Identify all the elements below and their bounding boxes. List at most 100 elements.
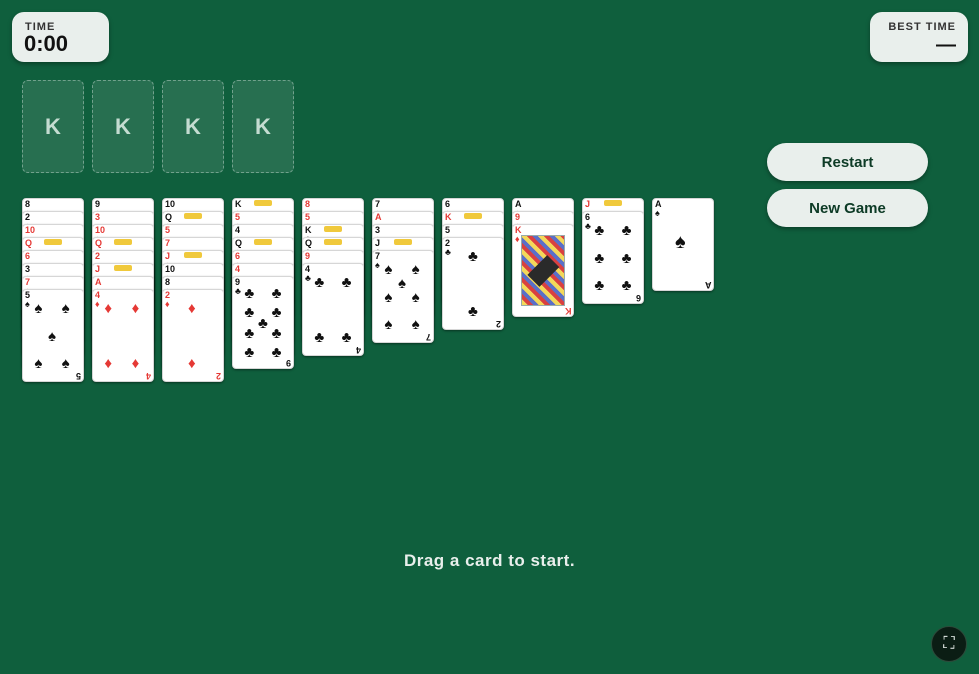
playing-card[interactable]: 4 ♣ 4 ♣ ♣ ♣ ♣	[302, 263, 364, 356]
foundation-pile-2[interactable]: K	[92, 80, 154, 173]
card-suit-pip-icon: ♣	[244, 284, 255, 302]
card-suit-pip-icon: ♣	[258, 314, 268, 332]
card-suit-pip-icon: ♣	[594, 277, 605, 295]
card-suit-pip-icon: ♣	[244, 324, 255, 342]
playing-card[interactable]: 5 ♠ 5 ♠ ♠ ♠ ♠ ♠	[22, 289, 84, 382]
card-crown-icon	[114, 239, 132, 245]
card-crown-icon	[604, 200, 622, 206]
foundation-placeholder: K	[185, 113, 201, 139]
card-crown-icon	[184, 213, 202, 219]
card-suit-pip-icon: ♠	[398, 274, 406, 292]
playing-card[interactable]: 4 ♦ 4 ♦ ♦ ♦ ♦	[92, 289, 154, 382]
card-suit-pip-icon: ♠	[411, 260, 420, 278]
card-suit-pip-icon: ♣	[314, 329, 325, 347]
card-suit-pip-icon: ♣	[271, 324, 282, 342]
card-suit-pip-icon: ♠	[675, 231, 686, 253]
playing-card[interactable]: 7 ♠ 7 ♠ ♠ ♠ ♠ ♠ ♠ ♠	[372, 250, 434, 343]
card-suit-pip-icon: ♣	[468, 247, 478, 265]
restart-button[interactable]: Restart	[767, 143, 928, 181]
card-suit-pip-icon: ♣	[594, 249, 605, 267]
timer-value: 0:00	[24, 31, 69, 56]
card-crown-icon	[254, 200, 272, 206]
card-suit-pip-icon: ♠	[384, 316, 393, 334]
card-suit-pip-icon: ♣	[244, 344, 255, 362]
card-rank-top: A♠	[655, 200, 662, 218]
best-time-value: —	[936, 34, 956, 56]
playing-card[interactable]: 2 ♦ 2 ♦ ♦	[162, 289, 224, 382]
card-suit-pip-icon: ♦	[131, 355, 140, 373]
playing-card[interactable]: K ♦ K	[512, 224, 574, 317]
card-rank-bottom: 4	[145, 371, 151, 381]
card-suit-pip-icon: ♣	[621, 249, 632, 267]
card-rank-bottom: 6	[635, 293, 641, 303]
card-suit-pip-icon: ♠	[34, 299, 43, 317]
card-suit-pip-icon: ♦	[188, 299, 196, 317]
card-rank-top: 4 ♣	[305, 265, 311, 283]
fullscreen-icon: ⛶	[943, 635, 955, 652]
card-crown-icon	[324, 226, 342, 232]
card-suit-icon: ♣	[305, 273, 311, 283]
card-crown-icon	[44, 239, 62, 245]
card-suit-icon: ♠	[25, 299, 30, 309]
foundation-placeholder: K	[45, 113, 61, 139]
card-crown-icon	[114, 265, 132, 271]
card-suit-pip-icon: ♠	[61, 355, 70, 373]
card-suit-icon: ♣	[585, 221, 591, 231]
card-rank-bottom: 5	[75, 371, 81, 381]
card-suit-icon: ♠	[655, 208, 660, 218]
card-suit-pip-icon: ♦	[104, 299, 113, 317]
card-suit-pip-icon: ♠	[411, 316, 420, 334]
card-suit-pip-icon: ♦	[188, 355, 196, 373]
card-rank-bottom: A	[704, 280, 712, 290]
timer-panel: TIME 0:00	[12, 12, 109, 62]
card-rank-top: 4 ♦	[95, 291, 100, 309]
card-suit-pip-icon: ♣	[314, 273, 325, 291]
new-game-button[interactable]: New Game	[767, 189, 928, 227]
card-suit-pip-icon: ♦	[104, 355, 113, 373]
card-rank-bottom: K	[564, 306, 572, 316]
card-rank-top: 9 ♣	[235, 278, 241, 296]
fullscreen-button[interactable]: ⛶	[931, 626, 967, 662]
card-crown-icon	[254, 239, 272, 245]
card-suit-pip-icon: ♣	[341, 273, 352, 291]
card-crown-icon	[184, 252, 202, 258]
card-suit-pip-icon: ♠	[48, 327, 56, 345]
card-rank-bottom: 4	[355, 345, 361, 355]
card-suit-pip-icon: ♣	[621, 221, 632, 239]
card-suit-icon: ♣	[445, 247, 451, 257]
card-suit-icon: ♦	[165, 299, 170, 309]
card-suit-pip-icon: ♣	[271, 284, 282, 302]
card-rank-top: 7♠	[375, 252, 380, 270]
best-time-label: BEST TIME	[888, 21, 956, 33]
card-rank-top: 2 ♣	[445, 239, 451, 257]
foundation-placeholder: K	[115, 113, 131, 139]
foundation-placeholder: K	[255, 113, 271, 139]
playing-card[interactable]: A ♠ A ♠	[652, 198, 714, 291]
card-suit-pip-icon: ♠	[411, 288, 420, 306]
foundation-pile-4[interactable]: K	[232, 80, 294, 173]
card-suit-pip-icon: ♣	[341, 329, 352, 347]
card-suit-pip-icon: ♦	[131, 299, 140, 317]
card-rank-bottom: 2	[215, 371, 221, 381]
playing-card[interactable]: 2 ♣ 2 ♣ ♣	[442, 237, 504, 330]
playing-card[interactable]: 9 ♣ 9 ♣ ♣ ♣ ♣ ♣ ♣ ♣ ♣ ♣	[232, 276, 294, 369]
card-suit-pip-icon: ♣	[271, 304, 282, 322]
playing-card[interactable]: 6 ♣ 6 ♣ ♣ ♣ ♣ ♣ ♣	[582, 211, 644, 304]
card-suit-pip-icon: ♣	[244, 304, 255, 322]
status-message: Drag a card to start.	[403, 551, 576, 570]
card-crown-icon	[464, 213, 482, 219]
card-rank-bottom: 9	[285, 358, 291, 368]
card-suit-pip-icon: ♠	[384, 260, 393, 278]
card-suit-pip-icon: ♠	[61, 299, 70, 317]
card-rank-top: 6 ♣	[585, 213, 591, 231]
card-crown-icon	[394, 239, 412, 245]
card-suit-pip-icon: ♣	[271, 344, 282, 362]
best-time-panel: BEST TIME —	[870, 12, 968, 62]
foundation-pile-3[interactable]: K	[162, 80, 224, 173]
card-suit-icon: ♠	[375, 260, 380, 270]
card-suit-icon: ♦	[95, 299, 100, 309]
card-suit-icon: ♦	[515, 234, 520, 244]
foundation-pile-1[interactable]: K	[22, 80, 84, 173]
card-rank-bottom: 7	[425, 332, 431, 342]
card-face-art	[521, 235, 565, 306]
